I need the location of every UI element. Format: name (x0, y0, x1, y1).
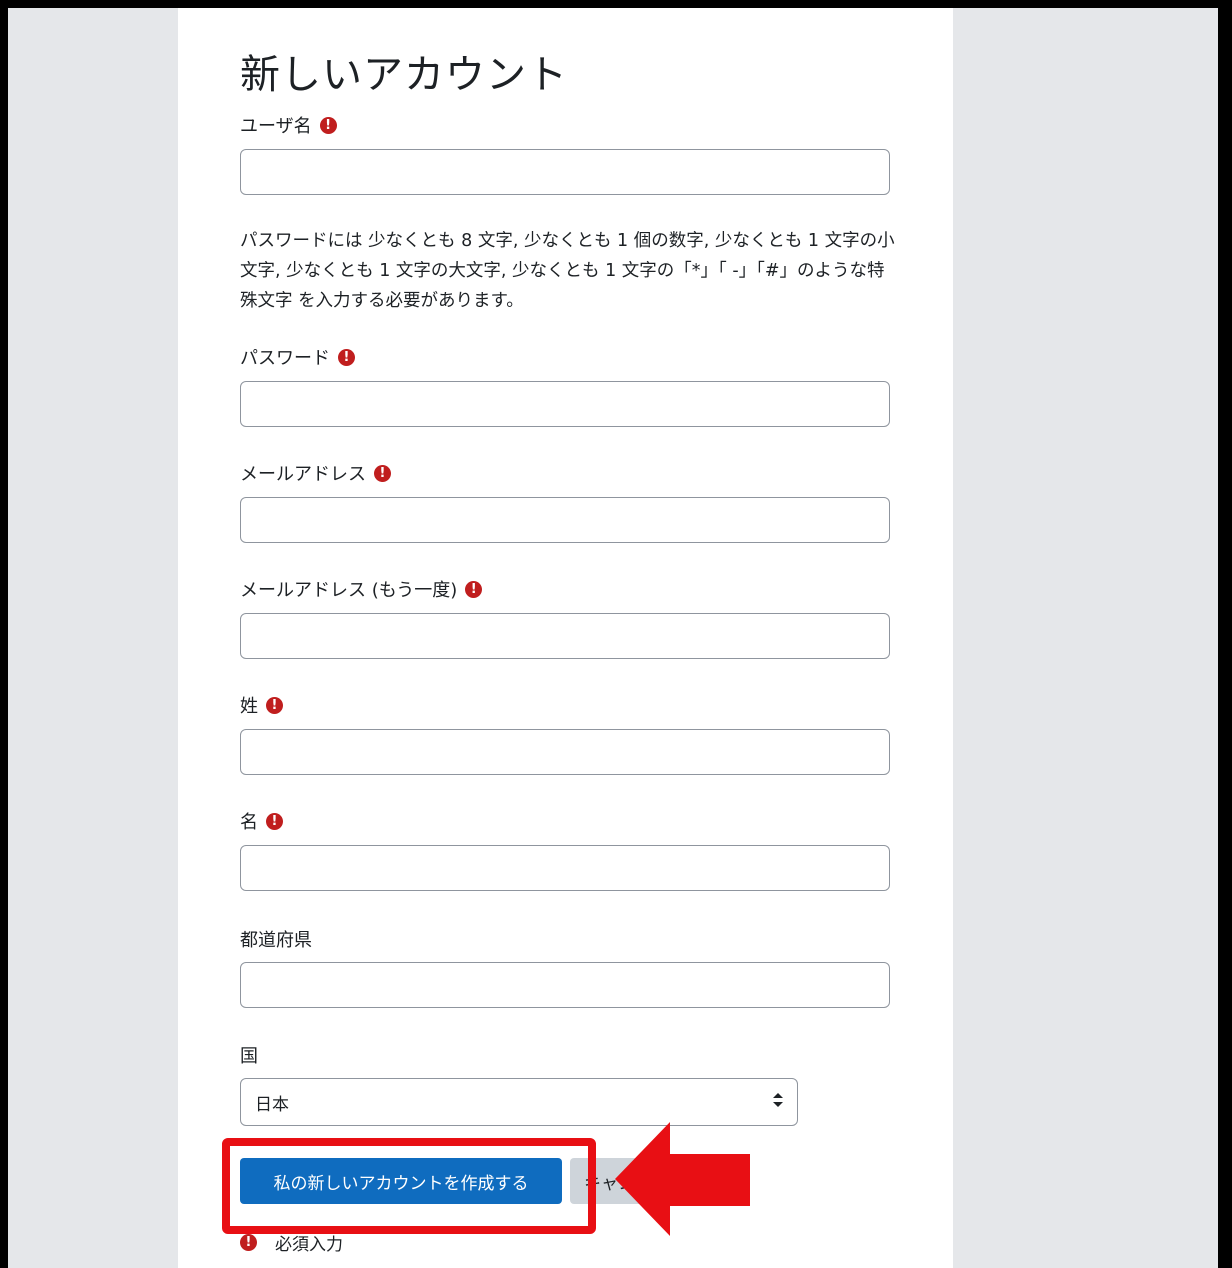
country-label: 国 (240, 1042, 258, 1068)
country-select-value: 日本 (255, 1094, 289, 1115)
password-input[interactable] (240, 381, 890, 427)
country-select[interactable]: 日本 (240, 1078, 798, 1126)
prefecture-input[interactable] (240, 962, 890, 1008)
exclamation-circle-icon: ! (465, 580, 483, 598)
exclamation-circle-icon: ! (338, 348, 355, 366)
email-label: メールアドレス ! (240, 460, 391, 486)
username-label: ユーザ名 ! (240, 112, 337, 138)
email-confirm-label: メールアドレス (もう一度) ! (240, 576, 483, 602)
required-note: ! 必須入力 (240, 1230, 343, 1255)
prefecture-label-text: 都道府県 (240, 930, 312, 951)
lastname-label: 姓 ! (240, 692, 283, 718)
password-label-text: パスワード (240, 348, 330, 369)
required-note-text: 必須入力 (275, 1235, 343, 1255)
exclamation-circle-icon: ! (240, 1234, 257, 1251)
exclamation-circle-icon: ! (266, 696, 283, 714)
exclamation-circle-icon: ! (374, 464, 391, 482)
email-label-text: メールアドレス (240, 464, 366, 485)
firstname-label-text: 名 (240, 812, 258, 833)
prefecture-label: 都道府県 (240, 926, 312, 952)
lastname-input[interactable] (240, 729, 890, 775)
country-label-text: 国 (240, 1046, 258, 1067)
firstname-input[interactable] (240, 845, 890, 891)
email-confirm-input[interactable] (240, 613, 890, 659)
password-label: パスワード ! (240, 344, 355, 370)
sort-arrows-icon (773, 1093, 783, 1111)
lastname-label-text: 姓 (240, 696, 258, 717)
exclamation-circle-icon: ! (319, 116, 337, 134)
create-account-button[interactable]: 私の新しいアカウントを作成する (240, 1158, 562, 1204)
firstname-label: 名 ! (240, 808, 283, 834)
page-title: 新しいアカウント (240, 52, 568, 98)
username-label-text: ユーザ名 (240, 116, 312, 137)
exclamation-circle-icon: ! (266, 812, 283, 830)
email-confirm-label-text: メールアドレス (もう一度) (240, 580, 458, 601)
red-left-arrow-icon (615, 1122, 750, 1240)
username-input[interactable] (240, 149, 890, 195)
password-policy-text: パスワードには 少なくとも 8 文字, 少なくとも 1 個の数字, 少なくとも … (240, 231, 895, 311)
email-input[interactable] (240, 497, 890, 543)
